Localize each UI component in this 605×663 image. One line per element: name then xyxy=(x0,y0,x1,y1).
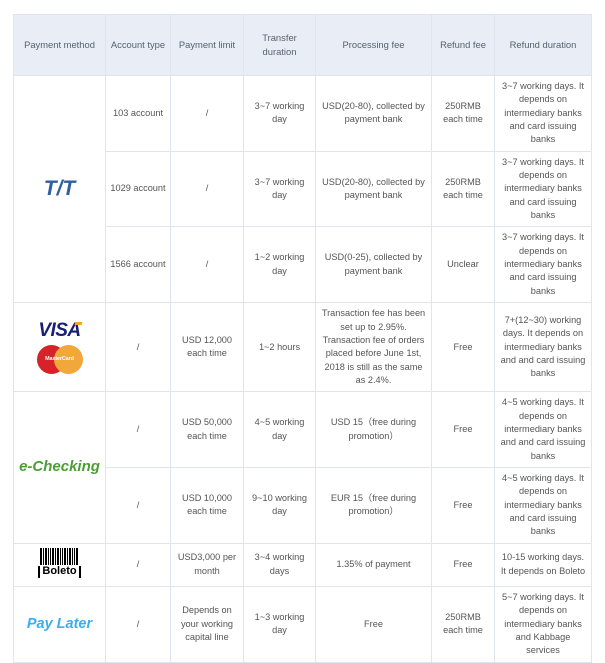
boleto-right-bar xyxy=(78,565,81,578)
table-row: T/T 103 account / 3~7 working day USD(20… xyxy=(13,74,592,304)
boleto-label-group: Boleto xyxy=(38,565,81,578)
method-cell-paylater: Pay Later xyxy=(13,586,106,663)
cell-refund-duration: 4~5 working days. It depends on intermed… xyxy=(494,391,592,468)
cell-refund-duration: 7+(12~30) working days. It depends on in… xyxy=(494,302,592,393)
cell-processing-fee: USD 15（free during promotion） xyxy=(315,391,432,468)
cell-transfer-duration: 4~5 working day xyxy=(243,391,316,468)
cell-refund-duration: 10-15 working days. It depends on Boleto xyxy=(494,542,592,588)
cell-refund-duration: 5~7 working days. It depends on intermed… xyxy=(494,586,592,663)
mastercard-logo-text: MasterCard xyxy=(45,355,74,362)
column-header-transfer-duration: Transfer duration xyxy=(243,14,316,76)
echecking-logo: e-Checking xyxy=(19,458,100,476)
boleto-left-bar xyxy=(38,565,41,578)
cell-processing-fee: USD(20-80), collected by payment bank xyxy=(315,150,432,228)
table-row: e-Checking / USD 50,000 each time 4~5 wo… xyxy=(13,391,592,544)
cell-refund-fee: Free xyxy=(431,302,495,393)
cell-payment-limit: / xyxy=(170,226,244,304)
cell-refund-fee: Free xyxy=(431,466,495,544)
cell-transfer-duration: 3~4 working days xyxy=(243,542,316,588)
cell-processing-fee: Transaction fee has been set up to 2.95%… xyxy=(315,302,432,393)
boleto-logo-text: Boleto xyxy=(42,565,77,578)
cell-refund-duration: 4~5 working days. It depends on intermed… xyxy=(494,466,592,544)
cell-account-type: / xyxy=(105,302,171,393)
cell-refund-fee: 250RMB each time xyxy=(431,75,495,152)
cell-processing-fee: USD(20-80), collected by payment bank xyxy=(315,75,432,152)
cell-transfer-duration: 1~2 working day xyxy=(243,226,316,304)
cell-refund-duration: 3~7 working days. It depends on intermed… xyxy=(494,75,592,152)
cell-processing-fee: 1.35% of payment xyxy=(315,542,432,588)
payment-methods-table-wrapper: Payment method Account type Payment limi… xyxy=(13,14,592,663)
cell-payment-limit: / xyxy=(170,150,244,228)
cell-payment-limit: USD3,000 per month xyxy=(170,542,244,588)
cell-refund-fee: 250RMB each time xyxy=(431,586,495,663)
visa-swoosh-accent xyxy=(74,321,83,325)
column-header-refund-duration: Refund duration xyxy=(494,14,592,76)
cell-account-type: 103 account xyxy=(105,75,171,152)
cell-refund-fee: Unclear xyxy=(431,226,495,304)
cell-transfer-duration: 3~7 working day xyxy=(243,150,316,228)
method-cell-visa-mastercard: VISA MasterCard xyxy=(13,302,106,393)
table-header-row: Payment method Account type Payment limi… xyxy=(13,14,592,76)
cell-transfer-duration: 3~7 working day xyxy=(243,75,316,152)
card-logos-group: VISA MasterCard xyxy=(18,321,101,374)
cell-processing-fee: Free xyxy=(315,586,432,663)
cell-payment-limit: USD 12,000 each time xyxy=(170,302,244,393)
cell-account-type: / xyxy=(105,391,171,468)
column-header-payment-method: Payment method xyxy=(13,14,106,76)
cell-refund-duration: 3~7 working days. It depends on intermed… xyxy=(494,150,592,228)
cell-account-type: / xyxy=(105,542,171,588)
cell-transfer-duration: 1~3 working day xyxy=(243,586,316,663)
cell-payment-limit: USD 10,000 each time xyxy=(170,466,244,544)
cell-refund-fee: Free xyxy=(431,542,495,588)
cell-account-type: 1029 account xyxy=(105,150,171,228)
mastercard-logo: MasterCard xyxy=(36,344,83,374)
column-header-processing-fee: Processing fee xyxy=(315,14,432,76)
visa-logo: VISA xyxy=(38,321,83,340)
table-body: T/T 103 account / 3~7 working day USD(20… xyxy=(13,74,592,663)
method-cell-echecking: e-Checking xyxy=(13,391,106,544)
payment-methods-table: Payment method Account type Payment limi… xyxy=(13,14,592,663)
boleto-logo: Boleto xyxy=(38,547,81,578)
cell-payment-limit: USD 50,000 each time xyxy=(170,391,244,468)
cell-payment-limit: Depends on your working capital line xyxy=(170,586,244,663)
paylater-logo: Pay Later xyxy=(26,615,93,632)
cell-processing-fee: EUR 15（free during promotion） xyxy=(315,466,432,544)
cell-refund-duration: 3~7 working days. It depends on intermed… xyxy=(494,226,592,304)
cell-processing-fee: USD(0-25), collected by payment bank xyxy=(315,226,432,304)
column-header-payment-limit: Payment limit xyxy=(170,14,244,76)
cell-transfer-duration: 9~10 working day xyxy=(243,466,316,544)
page-root: Payment method Account type Payment limi… xyxy=(0,0,605,663)
table-row: Pay Later / Depends on your working capi… xyxy=(13,586,592,663)
column-header-refund-fee: Refund fee xyxy=(431,14,495,76)
barcode-icon xyxy=(38,547,80,565)
table-row: VISA MasterCard / USD 12,000 each time 1… xyxy=(13,302,592,393)
column-header-account-type: Account type xyxy=(105,14,171,76)
method-cell-tt: T/T xyxy=(13,74,106,304)
tt-logo: T/T xyxy=(43,177,76,201)
table-row: Boleto / USD3,000 per month 3~4 working … xyxy=(13,542,592,588)
cell-refund-fee: Free xyxy=(431,391,495,468)
cell-account-type: 1566 account xyxy=(105,226,171,304)
method-cell-boleto: Boleto xyxy=(13,542,106,588)
cell-payment-limit: / xyxy=(170,75,244,152)
cell-refund-fee: 250RMB each time xyxy=(431,150,495,228)
table-header: Payment method Account type Payment limi… xyxy=(13,14,592,76)
cell-account-type: / xyxy=(105,586,171,663)
cell-transfer-duration: 1~2 hours xyxy=(243,302,316,393)
cell-account-type: / xyxy=(105,466,171,544)
